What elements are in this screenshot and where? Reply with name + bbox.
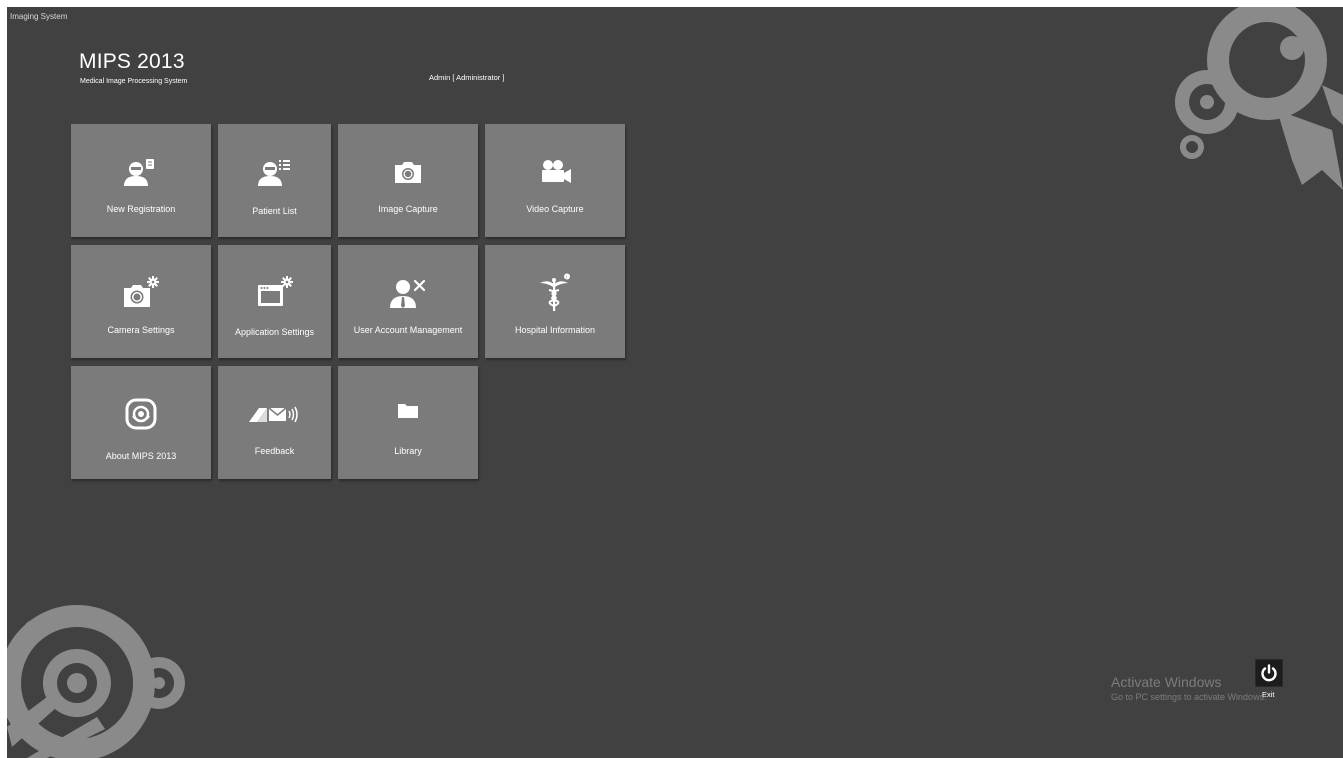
- exit-label: Exit: [1262, 690, 1275, 699]
- tile-hospital-information[interactable]: i Hospital Information: [485, 245, 625, 358]
- tile-label: Camera Settings: [107, 325, 175, 335]
- window-settings-icon: [218, 275, 331, 311]
- tile-label: Application Settings: [234, 327, 315, 337]
- tile-label: Patient List: [252, 206, 297, 216]
- user-add-icon: [71, 154, 211, 190]
- caduceus-icon: i: [485, 273, 625, 311]
- tile-new-registration[interactable]: New Registration: [71, 124, 211, 237]
- user-list-icon: [218, 154, 331, 190]
- mips-logo-icon: [71, 396, 211, 432]
- app-subtitle: Medical Image Processing System: [80, 78, 188, 85]
- video-camera-icon: [485, 154, 625, 190]
- app-window: Imaging System MIPS 2013 Medical Image P…: [7, 7, 1343, 758]
- tile-label: New Registration: [106, 204, 176, 214]
- tile-library[interactable]: Library: [338, 366, 478, 479]
- tile-label: Library: [394, 446, 422, 456]
- decorative-gears-bottom-left-icon: [7, 605, 185, 758]
- tile-application-settings[interactable]: Application Settings: [218, 245, 331, 358]
- tile-label: Video Capture: [526, 204, 584, 214]
- user-tools-icon: [338, 275, 478, 311]
- tile-about-mips[interactable]: About MIPS 2013: [71, 366, 211, 479]
- feedback-mail-icon: [218, 396, 331, 432]
- tile-feedback[interactable]: Feedback: [218, 366, 331, 479]
- app-title: MIPS 2013: [79, 50, 185, 73]
- window-title: Imaging System: [10, 12, 68, 21]
- power-icon: [1261, 664, 1277, 682]
- activate-windows-subtitle: Go to PC settings to activate Windows.: [1111, 692, 1267, 702]
- tile-camera-settings[interactable]: Camera Settings: [71, 245, 211, 358]
- tile-video-capture[interactable]: Video Capture: [485, 124, 625, 237]
- camera-settings-icon: [71, 275, 211, 311]
- tile-label: Image Capture: [378, 204, 438, 214]
- activate-windows-title: Activate Windows: [1111, 674, 1222, 690]
- tile-user-account-management[interactable]: User Account Management: [338, 245, 478, 358]
- tile-image-capture[interactable]: Image Capture: [338, 124, 478, 237]
- camera-icon: [338, 154, 478, 190]
- tile-label: Feedback: [254, 446, 295, 456]
- screen: Imaging System MIPS 2013 Medical Image P…: [0, 0, 1343, 758]
- tile-label: Hospital Information: [514, 325, 596, 335]
- current-user-label: Admin [ Administrator ]: [429, 73, 505, 82]
- tile-label: About MIPS 2013: [105, 451, 177, 461]
- exit-button[interactable]: [1255, 659, 1283, 687]
- decorative-gears-top-right-icon: [1174, 7, 1343, 190]
- svg-text:i: i: [566, 275, 567, 280]
- tile-label: User Account Management: [353, 325, 463, 335]
- folder-icon: [338, 392, 478, 428]
- tile-patient-list[interactable]: Patient List: [218, 124, 331, 237]
